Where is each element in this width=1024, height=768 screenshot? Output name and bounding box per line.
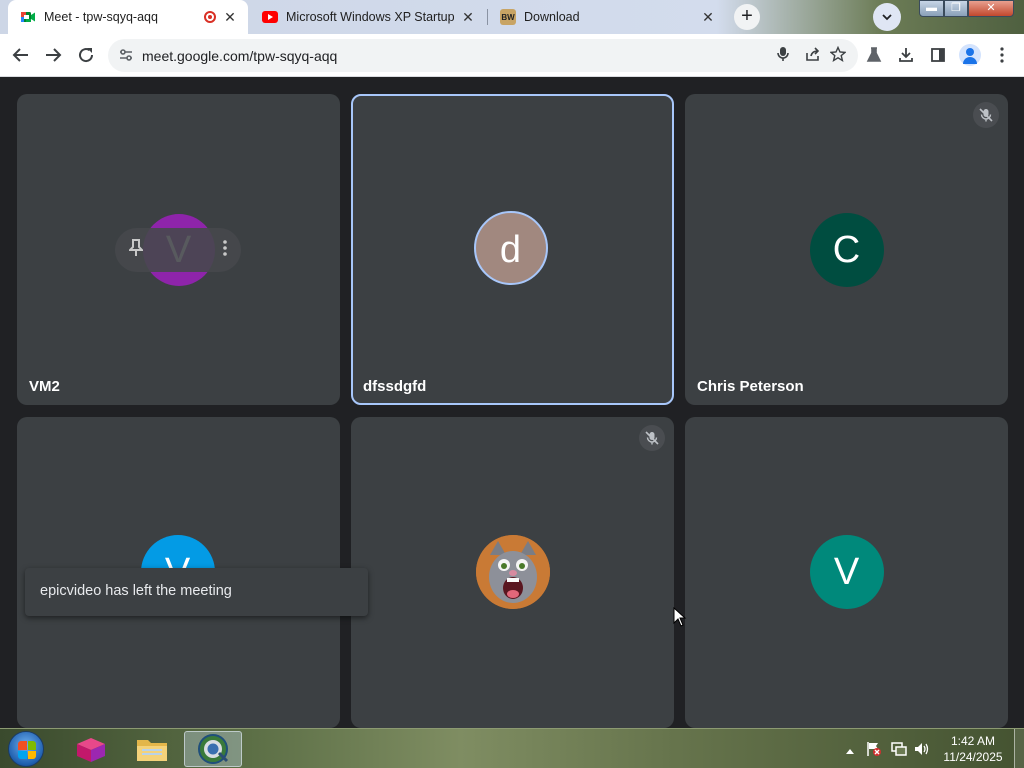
tab-download[interactable]: BW Download ✕ bbox=[488, 0, 726, 34]
participant-tile-dfssdgfd[interactable]: d dfssdgfd bbox=[351, 94, 674, 405]
start-button[interactable] bbox=[8, 731, 44, 767]
close-window-button[interactable]: ✕ bbox=[968, 0, 1014, 17]
tile-hover-controls bbox=[115, 228, 241, 272]
side-panel-icon bbox=[931, 48, 945, 62]
meet-video-grid: V VM2 d dfssdgfd C Chris Peterson V bbox=[0, 77, 1024, 728]
taskbar-app-pinned-1[interactable] bbox=[62, 731, 120, 767]
participant-tile-chris-peterson[interactable]: C Chris Peterson bbox=[685, 94, 1008, 405]
participant-name: dfssdgfd bbox=[363, 378, 427, 395]
windows-logo-icon bbox=[18, 741, 36, 759]
google-meet-icon bbox=[20, 9, 36, 25]
site-info-icon[interactable] bbox=[118, 47, 134, 63]
windows-taskbar: 1:42 AM 11/24/2025 bbox=[0, 728, 1024, 768]
mouse-cursor-icon bbox=[673, 607, 687, 627]
clock-time: 1:42 AM bbox=[950, 734, 996, 748]
side-panel-button[interactable] bbox=[926, 43, 950, 67]
downloads-button[interactable] bbox=[894, 43, 918, 67]
youtube-icon bbox=[262, 11, 278, 23]
tab-title: Meet - tpw-sqyq-aqq bbox=[44, 10, 158, 24]
clock-date: 11/24/2025 bbox=[943, 750, 1003, 764]
reload-button[interactable] bbox=[74, 43, 98, 67]
window-controls: ▬ ❐ ✕ bbox=[919, 0, 1014, 17]
tab-strip: Meet - tpw-sqyq-aqq ✕ Microsoft Windows … bbox=[0, 0, 1024, 34]
avatar: V bbox=[809, 535, 884, 609]
share-icon[interactable] bbox=[803, 46, 823, 66]
system-clock[interactable]: 1:42 AM 11/24/2025 bbox=[936, 733, 1010, 765]
recording-indicator-icon bbox=[204, 11, 216, 23]
forward-button[interactable] bbox=[41, 43, 65, 67]
folder-icon bbox=[137, 740, 167, 761]
forward-arrow-icon bbox=[46, 48, 62, 62]
browser-menu-button[interactable] bbox=[990, 43, 1014, 67]
taskbar-app-chrome[interactable] bbox=[184, 731, 242, 767]
extensions-button[interactable] bbox=[862, 43, 886, 67]
close-tab-icon[interactable]: ✕ bbox=[700, 9, 716, 25]
avatar: C bbox=[809, 212, 884, 287]
show-desktop-button[interactable] bbox=[1014, 729, 1024, 768]
volume-icon[interactable] bbox=[914, 741, 930, 768]
close-tab-icon[interactable]: ✕ bbox=[460, 9, 476, 25]
bookmark-star-icon[interactable] bbox=[828, 45, 848, 66]
reload-icon bbox=[79, 48, 94, 63]
tab-youtube[interactable]: Microsoft Windows XP Startup S ✕ bbox=[250, 0, 486, 34]
tab-search-button[interactable] bbox=[873, 3, 901, 31]
talking-cat-avatar bbox=[475, 535, 550, 609]
kebab-menu-icon bbox=[1000, 47, 1004, 63]
minimize-button[interactable]: ▬ bbox=[919, 0, 944, 17]
pin-icon[interactable] bbox=[127, 238, 145, 262]
avatar: d bbox=[473, 210, 548, 285]
network-icon[interactable] bbox=[891, 741, 907, 768]
participant-tile-vm2[interactable]: V VM2 bbox=[17, 94, 340, 405]
profile-avatar-button[interactable] bbox=[959, 44, 981, 66]
mic-off-icon bbox=[639, 425, 665, 451]
package-box-icon bbox=[77, 738, 105, 762]
chrome-icon bbox=[198, 734, 229, 764]
back-arrow-icon bbox=[12, 48, 28, 62]
new-tab-button[interactable]: + bbox=[734, 4, 760, 30]
download-icon bbox=[899, 48, 913, 62]
tab-title: Microsoft Windows XP Startup S bbox=[286, 10, 454, 24]
chevron-up-icon bbox=[846, 749, 854, 754]
close-tab-icon[interactable]: ✕ bbox=[222, 9, 238, 25]
microphone-icon[interactable] bbox=[773, 46, 793, 66]
chevron-down-icon bbox=[882, 14, 892, 21]
flask-icon bbox=[866, 47, 882, 62]
maximize-button[interactable]: ❐ bbox=[944, 0, 968, 17]
taskbar-app-file-explorer[interactable] bbox=[123, 731, 181, 767]
url-text: meet.google.com/tpw-sqyq-aqq bbox=[142, 48, 338, 64]
participant-name: Chris Peterson bbox=[697, 378, 804, 395]
more-options-icon[interactable] bbox=[223, 239, 227, 261]
tab-title: Download bbox=[524, 10, 580, 24]
notification-toast: epicvideo has left the meeting bbox=[25, 568, 368, 616]
action-center-flag-icon[interactable] bbox=[866, 741, 882, 768]
participant-tile-6[interactable]: V bbox=[685, 417, 1008, 728]
participant-name: VM2 bbox=[29, 378, 60, 395]
back-button[interactable] bbox=[9, 43, 33, 67]
address-bar[interactable]: meet.google.com/tpw-sqyq-aqq bbox=[108, 39, 858, 72]
mic-off-icon bbox=[973, 102, 999, 128]
bw-icon: BW bbox=[500, 9, 516, 25]
tab-meet[interactable]: Meet - tpw-sqyq-aqq ✕ bbox=[8, 0, 248, 34]
browser-toolbar: meet.google.com/tpw-sqyq-aqq bbox=[0, 34, 1024, 77]
show-hidden-icons-button[interactable] bbox=[846, 743, 854, 768]
participant-tile-5[interactable] bbox=[351, 417, 674, 728]
